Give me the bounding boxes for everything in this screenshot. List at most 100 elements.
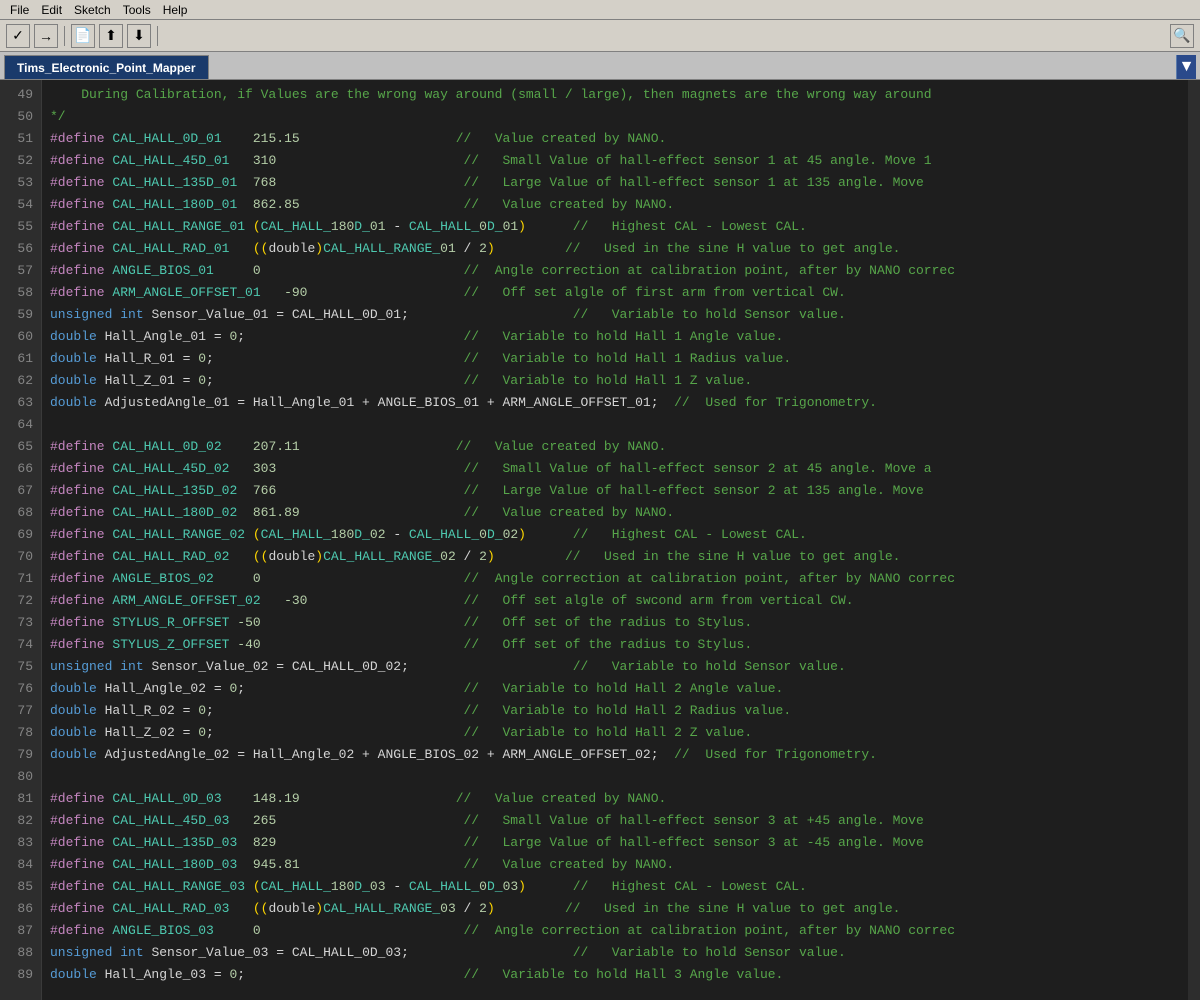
define-value: 215.15	[253, 131, 300, 146]
line-number: 64	[0, 414, 33, 436]
inline-comment: // Small Value of hall-effect sensor 1 a…	[464, 153, 932, 168]
define-identifier: ARM_ANGLE_OFFSET_02	[112, 593, 260, 608]
number-literal: 0	[229, 329, 237, 344]
inline-comment: // Off set algle of swcond arm from vert…	[464, 593, 854, 608]
inline-comment: // Variable to hold Hall 3 Angle value.	[464, 967, 784, 982]
code-line: #define CAL_HALL_45D_02 303 // Small Val…	[50, 458, 1200, 480]
line-number: 82	[0, 810, 33, 832]
code-line: #define CAL_HALL_135D_03 829 // Large Va…	[50, 832, 1200, 854]
define-keyword: #define	[50, 505, 112, 520]
define-identifier: CAL_HALL_RAD_03	[112, 901, 229, 916]
inline-comment: // Used in the sine H value to get angle…	[565, 549, 900, 564]
new-button[interactable]: 📄	[71, 24, 95, 48]
keyword: double	[50, 967, 97, 982]
menu-help[interactable]: Help	[157, 2, 194, 18]
define-keyword: #define	[50, 879, 112, 894]
inline-comment: // Value created by NANO.	[464, 197, 675, 212]
keyword: unsigned	[50, 307, 112, 322]
save-button[interactable]: ⬇	[127, 24, 151, 48]
define-identifier: CAL_HALL_45D_01	[112, 153, 229, 168]
serial-monitor-button[interactable]: 🔍	[1170, 24, 1194, 48]
keyword: double	[50, 703, 97, 718]
line-number: 78	[0, 722, 33, 744]
keyword: double	[50, 681, 97, 696]
inline-comment: // Highest CAL - Lowest CAL.	[573, 879, 807, 894]
code-line: #define CAL_HALL_0D_01 215.15 // Value c…	[50, 128, 1200, 150]
define-identifier: CAL_HALL_RAD_01	[112, 241, 229, 256]
define-keyword: #define	[50, 901, 112, 916]
code-line: #define CAL_HALL_180D_01 862.85 // Value…	[50, 194, 1200, 216]
code-content[interactable]: During Calibration, if Values are the wr…	[42, 80, 1200, 1000]
line-number: 63	[0, 392, 33, 414]
vertical-scrollbar[interactable]	[1188, 80, 1200, 1000]
keyword: double	[50, 351, 97, 366]
code-line: #define ARM_ANGLE_OFFSET_01 -90 // Off s…	[50, 282, 1200, 304]
code-line: double Hall_Angle_01 = 0; // Variable to…	[50, 326, 1200, 348]
code-line: unsigned int Sensor_Value_02 = CAL_HALL_…	[50, 656, 1200, 678]
inline-comment: // Off set of the radius to Stylus.	[464, 615, 753, 630]
menu-edit[interactable]: Edit	[35, 2, 68, 18]
define-keyword: #define	[50, 131, 112, 146]
inline-comment: // Small Value of hall-effect sensor 2 a…	[464, 461, 932, 476]
line-number: 80	[0, 766, 33, 788]
toolbar-separator	[64, 26, 65, 46]
menu-file[interactable]: File	[4, 2, 35, 18]
code-line: #define CAL_HALL_RAD_02 ((double)CAL_HAL…	[50, 546, 1200, 568]
line-number: 89	[0, 964, 33, 986]
inline-comment: // Angle correction at calibration point…	[464, 923, 955, 938]
number-literal: 0	[229, 681, 237, 696]
inline-comment: // Value created by NANO.	[456, 791, 667, 806]
tab-dropdown-button[interactable]: ▼	[1176, 55, 1196, 79]
upload-button[interactable]: →	[34, 24, 58, 48]
number-literal: 0	[198, 725, 206, 740]
define-identifier: CAL_HALL_180D_01	[112, 197, 237, 212]
define-keyword: #define	[50, 791, 112, 806]
tabbar: Tims_Electronic_Point_Mapper ▼	[0, 52, 1200, 80]
verify-button[interactable]: ✓	[6, 24, 30, 48]
keyword: int	[120, 659, 143, 674]
line-number: 62	[0, 370, 33, 392]
define-value: -50	[237, 615, 260, 630]
define-value: 207.11	[253, 439, 300, 454]
keyword: double	[50, 373, 97, 388]
code-line: #define ANGLE_BIOS_03 0 // Angle correct…	[50, 920, 1200, 942]
inline-comment: // Large Value of hall-effect sensor 2 a…	[464, 483, 924, 498]
keyword: int	[120, 307, 143, 322]
define-value: -40	[237, 637, 260, 652]
define-keyword: #define	[50, 483, 112, 498]
menu-tools[interactable]: Tools	[117, 2, 157, 18]
define-identifier: CAL_HALL_45D_02	[112, 461, 229, 476]
number-literal: 0	[198, 373, 206, 388]
tab-label: Tims_Electronic_Point_Mapper	[17, 61, 196, 75]
code-line: #define CAL_HALL_45D_03 265 // Small Val…	[50, 810, 1200, 832]
line-number: 53	[0, 172, 33, 194]
code-line: double AdjustedAngle_01 = Hall_Angle_01 …	[50, 392, 1200, 414]
inline-comment: // Variable to hold Hall 1 Angle value.	[464, 329, 784, 344]
open-button[interactable]: ⬆	[99, 24, 123, 48]
line-number: 65	[0, 436, 33, 458]
toolbar-separator-2	[157, 26, 158, 46]
define-keyword: #define	[50, 153, 112, 168]
define-keyword: #define	[50, 835, 112, 850]
inline-comment: // Value created by NANO.	[464, 857, 675, 872]
define-identifier: STYLUS_Z_OFFSET	[112, 637, 229, 652]
editor-tab[interactable]: Tims_Electronic_Point_Mapper	[4, 55, 209, 79]
code-line: #define CAL_HALL_180D_03 945.81 // Value…	[50, 854, 1200, 876]
define-keyword: #define	[50, 593, 112, 608]
define-identifier: STYLUS_R_OFFSET	[112, 615, 229, 630]
inline-comment: // Variable to hold Hall 2 Radius value.	[464, 703, 792, 718]
inline-comment: // Value created by NANO.	[456, 439, 667, 454]
line-number: 81	[0, 788, 33, 810]
code-editor[interactable]: 4950515253545556575859606162636465666768…	[0, 80, 1200, 1000]
code-line: */	[50, 106, 1200, 128]
number-literal: 0	[198, 703, 206, 718]
define-value: 148.19	[253, 791, 300, 806]
define-value: 945.81	[253, 857, 300, 872]
menu-sketch[interactable]: Sketch	[68, 2, 117, 18]
code-line: #define STYLUS_Z_OFFSET -40 // Off set o…	[50, 634, 1200, 656]
inline-comment: // Variable to hold Hall 1 Radius value.	[464, 351, 792, 366]
line-number: 50	[0, 106, 33, 128]
line-number: 76	[0, 678, 33, 700]
define-value: 310	[253, 153, 276, 168]
define-keyword: #define	[50, 175, 112, 190]
